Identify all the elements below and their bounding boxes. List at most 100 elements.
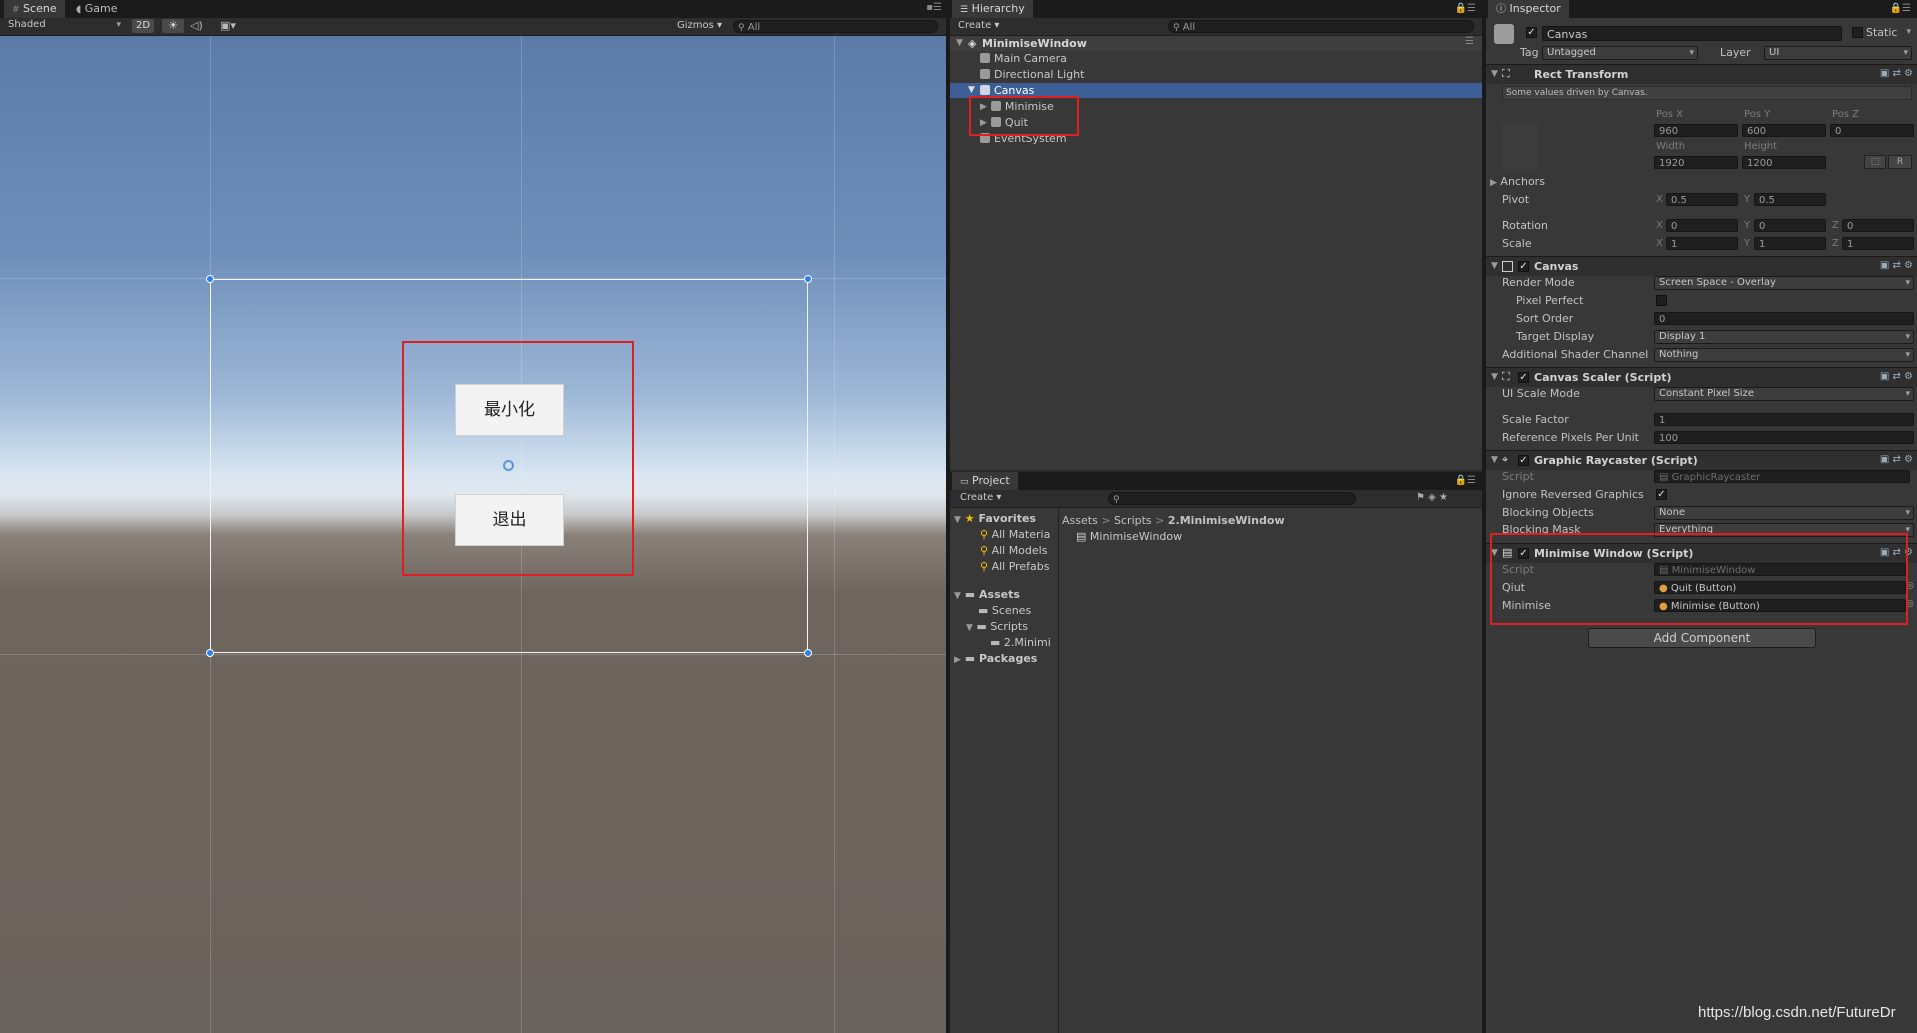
expand-arrow-icon[interactable]: ▼ [1491,455,1498,465]
project-search-input[interactable]: ⚲ [1108,492,1356,505]
folder-item-minimise[interactable]: ▬ 2.Minimi [990,636,1051,649]
expand-arrow-icon[interactable]: ▼ [1491,261,1498,271]
pixel-perfect-checkbox[interactable] [1656,295,1667,306]
assets-header[interactable]: ▼ ▬ Assets [954,588,1020,601]
scale-y-field[interactable]: 1 [1754,237,1826,250]
expand-arrow-icon[interactable]: ▼ [968,85,975,95]
filter-icon[interactable]: ⚑ ◈ ★ [1416,492,1448,503]
ignore-reversed-label: Ignore Reversed Graphics [1502,488,1644,501]
rect-handle[interactable] [804,649,812,657]
expand-arrow-icon[interactable]: ▼ [1491,69,1498,79]
graphic-raycaster-header[interactable]: ▼ ⌖ ✓ Graphic Raycaster (Script) ▣ ⇄ ⚙ [1486,450,1917,470]
expand-arrow-icon[interactable]: ▶ [954,655,961,665]
scale-z-field[interactable]: 1 [1842,237,1914,250]
hierarchy-search-input[interactable]: ⚲ All [1168,20,1474,33]
height-field[interactable]: 1200 [1742,156,1826,169]
ui-scale-mode-dropdown[interactable]: Constant Pixel Size [1654,387,1914,401]
tab-inspector[interactable]: ⓘ Inspector [1488,0,1569,18]
expand-arrow-icon[interactable]: ▼ [1491,372,1498,382]
tab-game[interactable]: ◖ Game [68,0,126,18]
file-item-minimisewindow[interactable]: ▤ MinimiseWindow [1076,530,1182,543]
lock-icon[interactable]: 🔒☰ [1890,3,1911,14]
canvas-component-header[interactable]: ▼ ✓ Canvas ▣ ⇄ ⚙ [1486,256,1917,276]
tab-project[interactable]: ▭ Project [952,472,1018,490]
gizmos-dropdown[interactable]: Gizmos ▾ [677,20,722,31]
hierarchy-item-main-camera[interactable]: Main Camera [980,52,1067,65]
pivot-y-field[interactable]: 0.5 [1754,193,1826,206]
active-checkbox[interactable]: ✓ [1526,27,1537,38]
create-dropdown[interactable]: Create ▾ [958,20,999,31]
search-icon: ⚲ [1113,495,1120,505]
canvas-scaler-enabled-checkbox[interactable]: ✓ [1518,372,1529,383]
component-settings-icon[interactable]: ▣ ⇄ ⚙ [1880,371,1913,382]
scene-search-input[interactable]: ⚲ All [733,20,938,33]
lock-icon[interactable]: 🔒☰ [1455,3,1476,14]
component-settings-icon[interactable]: ▣ ⇄ ⚙ [1880,260,1913,271]
menu-icon[interactable]: ☰ [1465,36,1474,47]
lighting-icon[interactable]: ☀ [162,19,184,33]
pos-z-field[interactable]: 0 [1830,124,1914,137]
width-field[interactable]: 1920 [1654,156,1738,169]
sort-order-field[interactable]: 0 [1654,312,1914,325]
audio-icon[interactable]: ◁) [190,19,203,32]
rot-z-field[interactable]: 0 [1842,219,1914,232]
target-display-label: Target Display [1516,330,1595,343]
lock-icon[interactable]: 🔒☰ [1455,475,1476,486]
blocking-objects-dropdown[interactable]: None [1654,506,1914,520]
add-component-button[interactable]: Add Component [1588,628,1816,648]
expand-arrow-icon[interactable]: ▼ [954,515,961,525]
folder-item-scripts[interactable]: ▼ ▬ Scripts [966,620,1028,633]
scale-factor-field[interactable]: 1 [1654,413,1914,426]
fav-item-prefabs[interactable]: ⚲ All Prefabs [980,560,1050,573]
hierarchy-item-directional-light[interactable]: Directional Light [980,68,1084,81]
raycaster-enabled-checkbox[interactable]: ✓ [1518,455,1529,466]
anchors-label[interactable]: ▶ Anchors [1490,175,1545,188]
scene-row[interactable]: ▼ ◈ MinimiseWindow ☰ [950,36,1482,51]
target-display-dropdown[interactable]: Display 1 [1654,330,1914,344]
favorites-header[interactable]: ▼ ★ Favorites [954,512,1036,525]
pos-x-label: Pos X [1656,109,1684,120]
menu-icon[interactable]: ▪☰ [926,2,942,13]
shading-dropdown[interactable]: Shaded [4,19,124,33]
static-checkbox[interactable] [1852,27,1863,38]
folder-item-scenes[interactable]: ▬ Scenes [978,604,1031,617]
render-mode-dropdown[interactable]: Screen Space - Overlay [1654,276,1914,290]
component-settings-icon[interactable]: ▣ ⇄ ⚙ [1880,454,1913,465]
effects-icon[interactable]: ▣▾ [220,19,236,32]
rect-transform-header[interactable]: ▼ ⛶ Rect Transform ▣ ⇄ ⚙ [1486,64,1917,84]
pivot-label: Pivot [1502,193,1530,206]
fav-item-materials[interactable]: ⚲ All Materia [980,528,1050,541]
expand-arrow-icon[interactable]: ▼ [954,591,961,601]
tab-hierarchy[interactable]: ☰ Hierarchy [952,0,1033,18]
tab-scene[interactable]: # Scene [4,0,65,18]
rect-handle[interactable] [804,275,812,283]
canvas-scaler-header[interactable]: ▼ ⛶ ✓ Canvas Scaler (Script) ▣ ⇄ ⚙ [1486,367,1917,387]
rot-y-field[interactable]: 0 [1754,219,1826,232]
shader-channel-dropdown[interactable]: Nothing [1654,348,1914,362]
tag-dropdown[interactable]: Untagged [1542,46,1698,60]
mode-2d-button[interactable]: 2D [132,19,154,33]
rect-handle[interactable] [206,275,214,283]
rot-x-field[interactable]: 0 [1666,219,1738,232]
expand-arrow-icon[interactable]: ▼ [966,623,973,633]
canvas-enabled-checkbox[interactable]: ✓ [1518,261,1529,272]
pivot-x-field[interactable]: 0.5 [1666,193,1738,206]
expand-arrow-icon[interactable]: ▼ [956,38,963,48]
packages-header[interactable]: ▶ ▬ Packages [954,652,1037,665]
rect-handle[interactable] [206,649,214,657]
anchor-preset-icon[interactable] [1502,122,1538,170]
fav-item-models[interactable]: ⚲ All Models [980,544,1047,557]
ref-ppu-field[interactable]: 100 [1654,431,1914,444]
object-name-field[interactable]: Canvas [1542,26,1842,41]
ignore-reversed-checkbox[interactable]: ✓ [1656,489,1667,500]
pos-y-field[interactable]: 600 [1742,124,1826,137]
pos-x-field[interactable]: 960 [1654,124,1738,137]
scene-viewport[interactable]: 最小化 退出 [0,36,946,1033]
layer-dropdown[interactable]: UI [1764,46,1912,60]
component-settings-icon[interactable]: ▣ ⇄ ⚙ [1880,68,1913,79]
static-dropdown[interactable] [1900,26,1914,40]
raw-edit-button[interactable]: R [1888,155,1912,169]
blueprint-icon[interactable]: ⬚ [1864,155,1886,169]
create-dropdown[interactable]: Create ▾ [960,492,1001,503]
scale-x-field[interactable]: 1 [1666,237,1738,250]
